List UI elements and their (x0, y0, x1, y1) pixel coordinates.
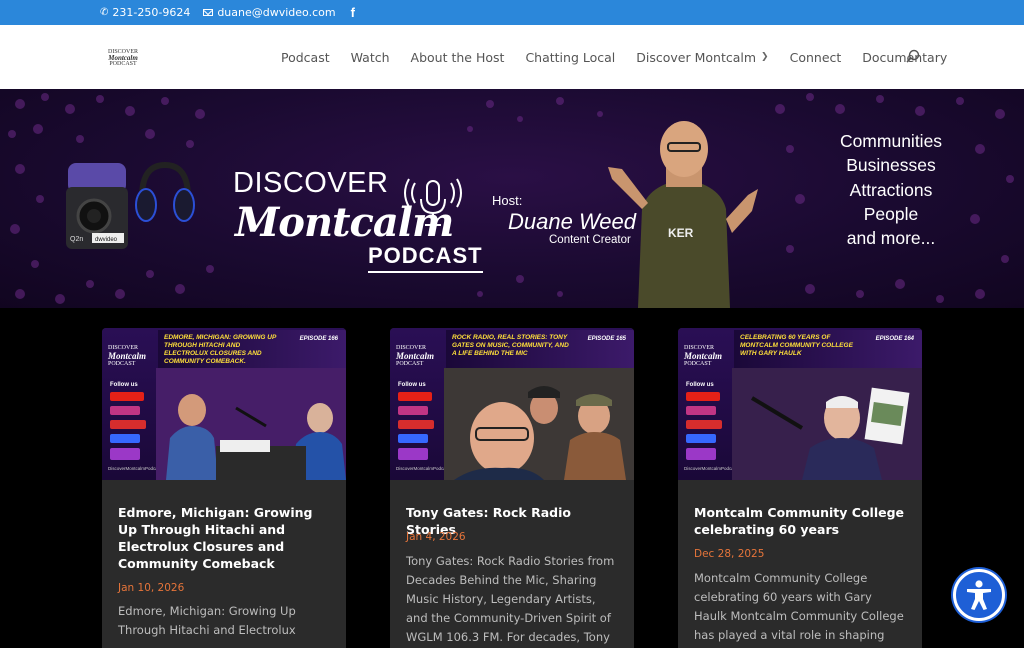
site-header: DISCOVER Montcalm PODCAST Podcast Watch … (0, 25, 1024, 89)
episode-thumbnail[interactable]: Celebrating 60 years of Montcalm Communi… (678, 328, 922, 480)
thumb-episode-number: EPISODE 165 (587, 336, 626, 342)
youtube-icon (686, 392, 720, 401)
instagram-icon (110, 406, 140, 415)
iheart-icon (686, 420, 722, 429)
apple-podcasts-icon (398, 448, 428, 460)
episode-thumbnail[interactable]: Edmore, Michigan: Growing Up Through Hit… (102, 328, 346, 480)
mail-icon (203, 9, 214, 16)
thumb-episode-number: EPISODE 164 (875, 336, 914, 342)
episode-excerpt: Montcalm Community College celebrating 6… (694, 571, 904, 642)
headphones-image (135, 161, 195, 222)
episode-excerpt: Tony Gates: Rock Radio Stories from Deca… (406, 554, 615, 644)
thumb-follow-label: Follow us (110, 382, 138, 388)
nav-label: Documentary (862, 49, 948, 65)
thumb-logo-line: Montcalm (108, 351, 147, 361)
iheart-icon (398, 420, 434, 429)
thumb-follow-label: Follow us (686, 382, 714, 388)
nav-about-the-host[interactable]: About the Host (411, 50, 505, 65)
nav-label: Chatting Local (525, 49, 616, 65)
thumb-logo: DISCOVER Montcalm PODCAST (396, 344, 434, 368)
episode-card[interactable]: Rock Radio, Real Stories: Tony Gates on … (390, 328, 634, 648)
pandora-icon (398, 434, 428, 443)
youtube-icon (110, 392, 144, 401)
episode-date: Jan 10, 2026 (118, 582, 185, 594)
apple-podcasts-icon (110, 448, 140, 460)
main-nav: Podcast Watch About the Host Chatting Lo… (281, 25, 968, 89)
thumb-episode-number: EPISODE 166 (299, 336, 338, 342)
instagram-icon (686, 406, 716, 415)
site-logo[interactable]: DISCOVER Montcalm PODCAST (105, 49, 141, 67)
pandora-icon (110, 434, 140, 443)
episode-photo (732, 368, 922, 480)
thumb-logo-line: Montcalm (396, 351, 435, 361)
episode-title[interactable]: Edmore, Michigan: Growing Up Through Hit… (118, 504, 332, 572)
logo-line-3: PODCAST (109, 61, 137, 67)
episode-photo (444, 368, 634, 480)
accessibility-icon (967, 580, 991, 610)
nav-connect[interactable]: Connect (790, 50, 842, 65)
thumb-logo-line: PODCAST (684, 361, 712, 367)
episode-date: Jan 4, 2026 (406, 531, 466, 543)
email-address: duane@dwvideo.com (217, 6, 336, 19)
nav-podcast[interactable]: Podcast (281, 50, 330, 65)
recorder-label: dwvideo (95, 237, 118, 243)
nav-watch[interactable]: Watch (351, 50, 390, 65)
top-bar: ✆ 231-250-9624 duane@dwvideo.com f (0, 0, 1024, 25)
chevron-down-icon: ❯ (761, 52, 769, 62)
apple-podcasts-icon (686, 448, 716, 460)
episode-photo (156, 368, 346, 480)
nav-label: Discover Montcalm (636, 49, 757, 65)
episode-thumbnail[interactable]: Rock Radio, Real Stories: Tony Gates on … (390, 328, 634, 480)
thumb-banner-text: Celebrating 60 years of Montcalm Communi… (740, 334, 853, 357)
email-contact[interactable]: duane@dwvideo.com (203, 6, 336, 19)
nav-documentary[interactable]: Documentary (862, 50, 947, 65)
phone-contact[interactable]: ✆ 231-250-9624 (100, 6, 190, 19)
recorder-image: Q2n dwvideo (66, 163, 128, 249)
episode-title[interactable]: Montcalm Community College celebrating 6… (694, 504, 908, 538)
thumb-follow-label: Follow us (398, 382, 426, 388)
episode-date: Dec 28, 2025 (694, 548, 765, 560)
nav-discover-montcalm[interactable]: Discover Montcalm ❯ (636, 50, 768, 65)
nav-label: Connect (789, 49, 842, 65)
facebook-icon[interactable]: f (351, 5, 355, 20)
instagram-icon (398, 406, 428, 415)
tagline: and more... (846, 228, 936, 249)
tagline: Communities (839, 131, 943, 151)
phone-icon: ✆ (100, 7, 109, 18)
hero-title: DISCOVER (233, 167, 389, 199)
thumb-logo-line: Montcalm (684, 351, 723, 361)
pandora-icon (686, 434, 716, 443)
thumb-banner-text: Edmore, Michigan: Growing Up Through Hit… (164, 334, 277, 365)
host-label: Host: (492, 193, 523, 208)
host-photo: KER (608, 121, 758, 308)
episode-card[interactable]: Edmore, Michigan: Growing Up Through Hit… (102, 328, 346, 648)
thumb-logo: DISCOVER Montcalm PODCAST (684, 344, 722, 368)
youtube-icon (398, 392, 432, 401)
tagline: People (863, 203, 919, 224)
thumb-logo: DISCOVER Montcalm PODCAST (108, 344, 146, 368)
hero-podcast-label: PODCAST (368, 243, 483, 273)
phone-number: 231-250-9624 (112, 6, 191, 19)
tagline: Attractions (849, 179, 933, 200)
svg-text:KER: KER (668, 226, 694, 240)
episode-cards: Edmore, Michigan: Growing Up Through Hit… (0, 308, 1024, 648)
episode-excerpt: Edmore, Michigan: Growing Up Through Hit… (118, 604, 296, 637)
tagline: Businesses (846, 155, 936, 176)
thumb-logo-line: PODCAST (396, 361, 424, 367)
svg-text:Q2n: Q2n (70, 236, 83, 243)
hero-taglines: Communities Businesses Attractions Peopl… (826, 129, 956, 250)
search-icon[interactable] (906, 49, 920, 63)
hero-banner: Q2n dwvideo DISCOVER Montcalm PODCAST Ho… (0, 89, 1024, 308)
thumb-banner-text: Rock Radio, Real Stories: Tony Gates on … (452, 334, 569, 357)
episode-card[interactable]: Celebrating 60 years of Montcalm Communi… (678, 328, 922, 648)
nav-chatting-local[interactable]: Chatting Local (525, 50, 615, 65)
nav-label: Podcast (281, 49, 330, 65)
accessibility-button[interactable] (953, 569, 1005, 621)
nav-label: About the Host (410, 49, 505, 65)
microphone-icon (404, 178, 462, 226)
nav-label: Watch (350, 49, 390, 65)
iheart-icon (110, 420, 146, 429)
thumb-logo-line: PODCAST (108, 361, 136, 367)
